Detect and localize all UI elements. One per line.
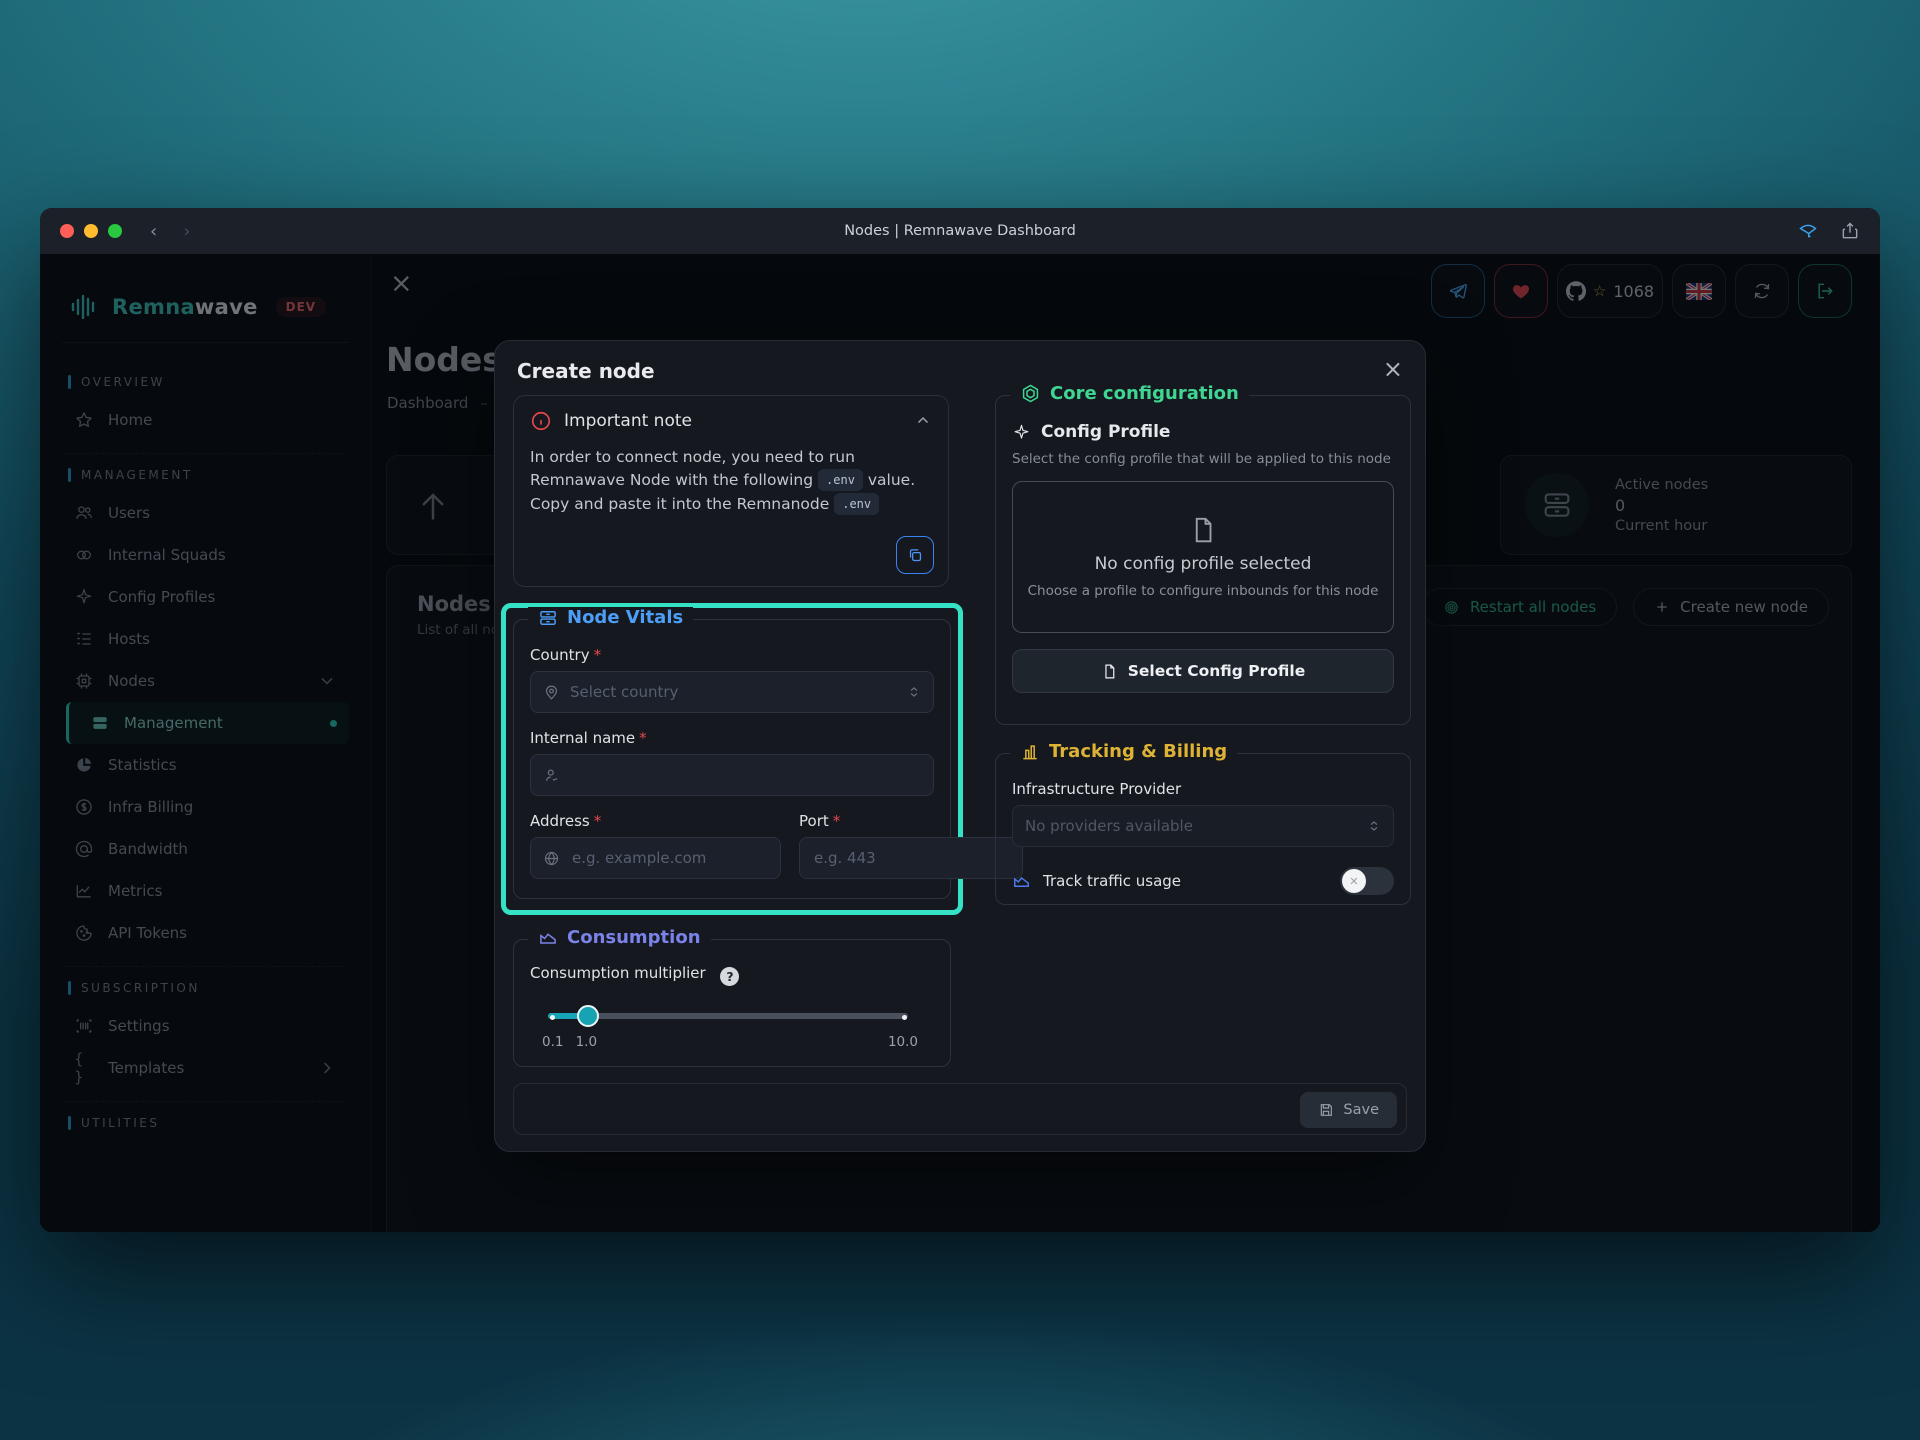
extension-shield-icon[interactable] [1798,221,1818,241]
empty-title: No config profile selected [1095,554,1312,574]
provider-placeholder: No providers available [1025,817,1357,835]
window-title: Nodes | Remnawave Dashboard [40,223,1880,239]
select-chevrons-icon [1367,819,1381,833]
port-group: Port* [799,812,1023,879]
help-icon[interactable]: ? [720,967,739,986]
tracking-billing-legend: Tracking & Billing [1010,741,1237,762]
port-label: Port* [799,812,1023,830]
slider-current-label: 1.0 [576,1034,597,1050]
create-node-modal: Create node × Important note In order to… [494,340,1426,1152]
required-mark: * [639,729,647,747]
tracking-billing-section: Tracking & Billing Infrastructure Provid… [995,753,1411,905]
internal-name-field[interactable] [530,754,934,796]
toggle-x-icon: ✕ [1349,875,1358,888]
map-pin-icon [543,684,560,701]
titlebar: ‹ › Nodes | Remnawave Dashboard [40,208,1880,254]
config-profile-hint: Select the config profile that will be a… [1012,451,1394,467]
slider-track[interactable] [548,1013,908,1019]
port-input[interactable] [812,848,1010,868]
slider-labels: 0.1 1.0 10.0 [548,1034,908,1054]
no-config-profile-box: No config profile selected Choose a prof… [1012,481,1394,633]
titlebar-actions [1798,221,1860,241]
provider-select[interactable]: No providers available [1012,805,1394,847]
address-group: Address* [530,812,781,879]
app-window: ‹ › Nodes | Remnawave Dashboard [40,208,1880,1232]
track-traffic-row: Track traffic usage ✕ [1012,867,1394,895]
empty-hint: Choose a profile to configure inbounds f… [1028,583,1379,599]
core-icon [1020,383,1041,404]
address-field[interactable] [530,837,781,879]
copy-button[interactable] [896,536,934,574]
env-chip: .env [834,493,879,515]
track-traffic-label: Track traffic usage [1043,872,1181,890]
select-chevrons-icon [907,685,921,699]
infrastructure-provider-label: Infrastructure Provider [1012,780,1394,798]
consumption-legend: Consumption [528,927,711,948]
address-port-row: Address* Port* [530,812,934,879]
important-note-card: Important note In order to connect node,… [513,395,949,587]
forward-icon[interactable]: › [183,221,190,242]
core-configuration-section: Core configuration Config Profile Select… [995,395,1411,725]
note-title: Important note [564,411,692,431]
slider-handle[interactable] [577,1005,599,1027]
desktop-background: ‹ › Nodes | Remnawave Dashboard [0,0,1920,1440]
chevron-up-icon[interactable] [914,412,932,430]
internal-name-label: Internal name* [530,729,934,747]
slider-max-mark [902,1015,907,1020]
internal-name-input[interactable] [570,765,921,785]
modal-title: Create node [517,359,655,383]
back-icon[interactable]: ‹ [150,221,157,242]
node-vitals-section: Node Vitals Country* Select country Inte… [513,619,951,899]
close-window-button[interactable] [60,224,74,238]
required-mark: * [594,812,602,830]
env-chip: .env [818,469,863,491]
window-controls [60,224,122,238]
consumption-slider[interactable] [548,1004,908,1028]
share-icon[interactable] [1840,221,1860,241]
traffic-chart-icon [1012,872,1031,891]
modal-close-icon[interactable]: × [1383,355,1403,383]
config-profile-header: Config Profile [1012,422,1394,442]
bar-chart-icon [1020,742,1040,762]
slider-max-label: 10.0 [888,1034,918,1050]
port-field[interactable] [799,837,1023,879]
file-icon [1101,663,1118,680]
copy-icon [907,547,924,564]
node-vitals-legend: Node Vitals [528,607,693,628]
sparkle-icon [1012,423,1031,442]
globe-icon [543,850,560,867]
workspace: Remnawave DEV OVERVIEW Home MANAGEMENT U… [40,254,1880,1232]
address-input[interactable] [570,848,768,868]
file-icon [1188,515,1218,545]
track-traffic-toggle[interactable]: ✕ [1340,867,1394,895]
server-icon [538,608,558,628]
core-configuration-legend: Core configuration [1010,383,1249,404]
country-select[interactable]: Select country [530,671,934,713]
consumption-multiplier-label: Consumption multiplier ? [530,964,934,986]
address-label: Address* [530,812,781,830]
save-button[interactable]: Save [1300,1092,1397,1128]
browser-nav: ‹ › [150,221,190,242]
user-icon [543,767,560,784]
required-mark: * [594,646,602,664]
slider-min-label: 0.1 [542,1034,563,1050]
toggle-thumb: ✕ [1342,869,1366,893]
save-icon [1318,1102,1334,1118]
minimize-window-button[interactable] [84,224,98,238]
note-text: In order to connect node, you need to ru… [530,446,932,516]
modal-footer: Save [513,1083,1407,1135]
note-header[interactable]: Important note [530,410,932,432]
country-label: Country* [530,646,934,664]
select-config-profile-button[interactable]: Select Config Profile [1012,649,1394,693]
slider-min-mark [550,1015,555,1020]
required-mark: * [833,812,841,830]
area-chart-icon [538,928,558,948]
consumption-section: Consumption Consumption multiplier ? [513,939,951,1067]
country-placeholder: Select country [570,683,897,701]
zoom-window-button[interactable] [108,224,122,238]
info-circle-icon [530,410,552,432]
